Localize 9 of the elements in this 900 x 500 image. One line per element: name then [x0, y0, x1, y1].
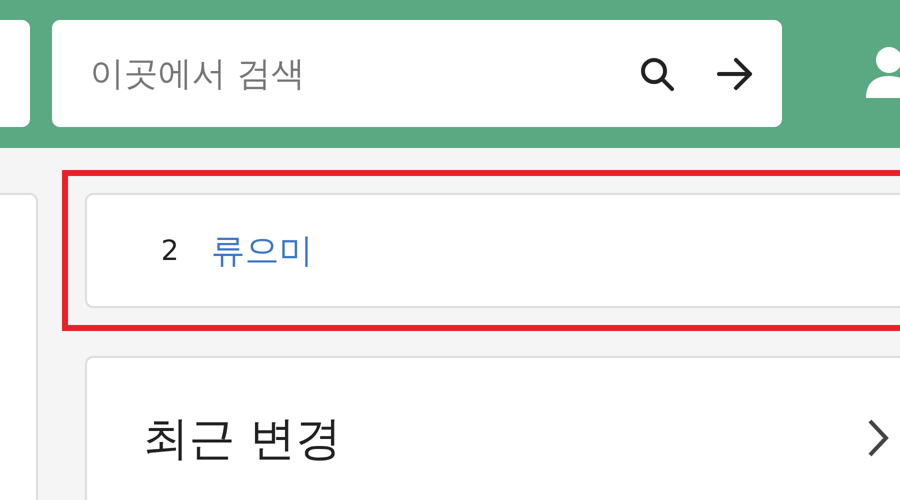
search-field[interactable]: 이곳에서 검색	[88, 52, 598, 94]
search-bar[interactable]: 이곳에서 검색	[52, 20, 782, 127]
input-field[interactable]	[0, 20, 30, 127]
rank-number: 2	[161, 234, 179, 267]
ranking-link[interactable]: 류으미	[210, 228, 313, 274]
section-title: 최근 변경	[143, 410, 343, 467]
user-icon[interactable]	[864, 46, 900, 98]
chevron-right-icon[interactable]	[866, 418, 890, 458]
arrow-right-icon[interactable]	[716, 56, 754, 90]
